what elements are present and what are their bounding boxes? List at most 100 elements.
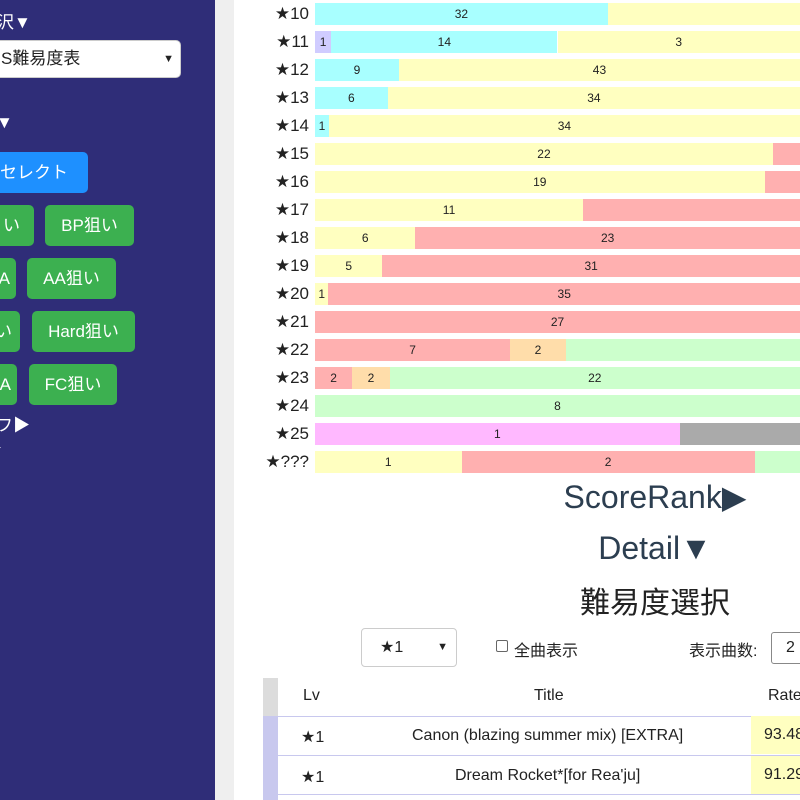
lamp-segment [754,451,800,473]
lamp-segment [679,423,800,445]
column-header-title[interactable]: Title [534,687,564,705]
lamp-segment: 2 [315,367,353,389]
lamp-bar[interactable]: 12 [315,451,800,473]
level-label: ★16 [274,172,309,191]
lamp-bar[interactable]: 2 2 22 [315,367,800,389]
lamp-segment: 7 [315,339,511,361]
level-label: ★11 [276,32,309,51]
level-label: ★24 [274,396,309,415]
table-header-marker [263,678,278,716]
lamp-bar[interactable]: 6 23 [315,227,800,249]
score-rank-heading[interactable]: ScoreRank▶ [520,478,790,516]
level-label: ★19 [274,256,309,275]
bp-target-button[interactable]: BP狙い [45,205,134,246]
a-target-button-2[interactable]: A [0,364,17,405]
column-header-rate[interactable]: Rate [768,687,800,705]
row-lv: ★1 [301,729,325,746]
row-divider [278,755,800,756]
lamp-segment: 27 [315,311,800,333]
lamp-bar[interactable]: 11 [315,199,800,221]
lamp-segment: 1 [315,31,332,53]
row-title: Dream Rocket*[for Rea'ju] [455,767,641,784]
detail-heading[interactable]: Detail▼ [520,530,790,567]
target-button-2[interactable]: い [0,311,20,352]
a-target-button[interactable]: A [0,258,16,299]
lamp-segment: 32 [315,3,608,25]
lamp-segment: 22 [389,367,800,389]
lamp-segment: 9 [315,59,399,81]
lamp-segment: 2 [461,451,755,473]
row-rate: 91.29 [751,756,800,794]
lamp-bar[interactable]: 6 34 [315,87,800,109]
lamp-segment: 23 [415,227,800,249]
row-title: Canon (blazing summer mix) [EXTRA] [412,727,684,744]
lamp-segment: 35 [328,283,800,305]
song-count-label: 表示曲数: [689,643,758,660]
lamp-segment: 14 [331,31,558,53]
sidebar-subsection-toggle[interactable]: ▼ [0,113,13,133]
lamp-bar[interactable]: 1 34 [315,115,800,137]
lamp-bar[interactable]: 32 [315,3,800,25]
lamp-segment: 6 [315,87,388,109]
table-select-value: S難易度表 [1,49,81,68]
target-button-1[interactable]: い [0,205,34,246]
song-table: Lv Title Rate ★1 Canon (blazing summer m… [263,678,800,800]
level-label: ★12 [274,60,309,79]
lamp-segment: 11 [315,199,584,221]
aa-target-button[interactable]: AA狙い [27,258,116,299]
fc-target-button[interactable]: FC狙い [29,364,117,405]
lamp-segment: 6 [315,227,416,249]
lamp-segment: 8 [315,395,800,417]
lamp-bar[interactable]: 1 14 3 [315,31,800,53]
lamp-segment: 34 [328,115,800,137]
sidebar-collapsed-section[interactable]: フ▶ [0,411,30,436]
lamp-bar[interactable]: 22 [315,143,800,165]
column-header-lv[interactable]: Lv [303,687,320,705]
lamp-bar[interactable]: 27 [315,311,800,333]
row-divider [278,716,800,717]
lamp-segment: 1 [315,451,462,473]
show-all-checkbox[interactable] [496,640,508,652]
table-select[interactable]: S難易度表 ▼ [0,40,181,78]
level-select[interactable]: ★1 ▼ [361,628,457,667]
difficulty-select-heading: 難易度選択 [580,587,730,620]
lamp-bar[interactable]: 72 [315,339,800,361]
level-label: ★??? [265,452,309,471]
level-label: ★13 [274,88,309,107]
sidebar-collapsed-section-2[interactable]: ▶ [0,439,1,455]
song-count-input[interactable]: 2 [771,632,800,664]
hard-target-button[interactable]: Hard狙い [32,311,135,352]
lamp-segment [583,199,800,221]
lamp-bar[interactable]: 5 31 [315,255,800,277]
lamp-segment: 2 [352,367,390,389]
level-label: ★17 [274,200,309,219]
sidebar-section-header[interactable]: 沢▼ [0,8,31,33]
lamp-bar[interactable]: 8 [315,395,800,417]
lamp-bar[interactable]: 9 43 [315,59,800,81]
chevron-down-icon: ▼ [437,641,448,653]
lamp-segment: 1 [315,283,329,305]
lamp-segment: 5 [315,255,383,277]
lamp-bar[interactable]: 1 35 [315,283,800,305]
level-label: ★25 [274,424,309,443]
level-label: ★20 [274,284,309,303]
lamp-segment: 22 [315,143,773,165]
row-lv: ★1 [301,769,325,786]
level-label: ★21 [274,312,309,331]
level-label: ★10 [274,4,309,23]
select-button[interactable]: セレクト [0,152,88,193]
lamp-bar[interactable]: 19 [315,171,800,193]
level-label: ★23 [274,368,309,387]
lamp-segment: 1 [315,423,680,445]
scroll-gutter [215,0,234,800]
lamp-bar[interactable]: 1 [315,423,800,445]
level-label: ★15 [274,144,309,163]
lamp-segment [565,339,800,361]
lamp-segment: 3 [557,31,800,53]
row-divider [278,794,800,795]
lamp-segment: 19 [315,171,765,193]
sidebar: 沢▼ S難易度表 ▼ ▼ セレクト い BP狙い A AA狙い い Hard狙い… [0,0,215,800]
lamp-segment [764,171,800,193]
chevron-down-icon: ▼ [163,53,174,65]
lamp-segment: 31 [382,255,800,277]
